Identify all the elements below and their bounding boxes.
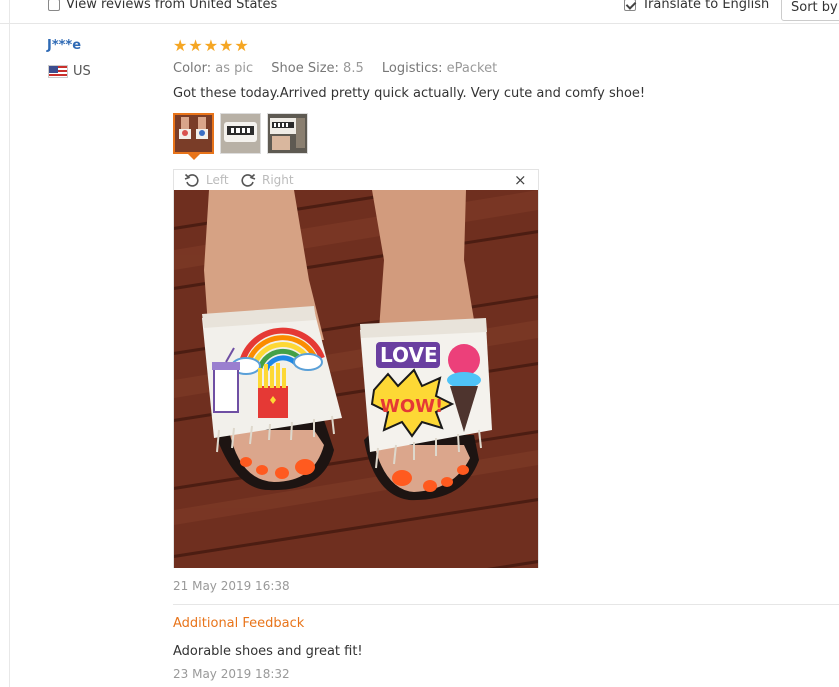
svg-text:LOVE: LOVE (380, 343, 438, 367)
shoe-size-value: 8.5 (343, 61, 364, 76)
star-icon: ★ (173, 36, 188, 55)
photo-viewer: Left Right × LOVE WOW! (173, 169, 539, 568)
star-rating: ★ ★ ★ ★ ★ (173, 37, 249, 55)
country-filter-checkbox[interactable] (48, 0, 60, 11)
star-icon: ★ (234, 36, 249, 55)
left-divider (9, 0, 10, 687)
reviewer-country: US (73, 64, 91, 79)
review-text: Got these today.Arrived pretty quick act… (173, 86, 646, 101)
rotate-left-label: Left (206, 173, 229, 187)
star-icon: ★ (188, 36, 203, 55)
rotate-left-button[interactable]: Left (184, 172, 229, 188)
additional-feedback-divider (173, 604, 839, 605)
review-thumbnail-2[interactable] (220, 113, 261, 154)
order-attributes: Color: as pic Shoe Size: 8.5 Logistics: … (173, 61, 511, 76)
review-thumbnail-3[interactable] (267, 113, 308, 154)
review-thumbnail-1[interactable] (173, 113, 214, 154)
translate-label[interactable]: Translate to English (642, 0, 769, 12)
star-icon: ★ (203, 36, 219, 55)
reviewer-name: J***e (47, 38, 82, 53)
additional-feedback-date: 23 May 2019 18:32 (173, 667, 290, 681)
review-filter-bar: View reviews from United States Translat… (0, 0, 839, 24)
additional-feedback-text: Adorable shoes and great fit! (173, 644, 363, 659)
active-thumbnail-pointer (188, 154, 200, 160)
additional-feedback-title: Additional Feedback (173, 616, 305, 631)
logistics-value: ePacket (446, 61, 498, 76)
color-key: Color: (173, 61, 212, 76)
close-viewer-button[interactable]: × (514, 171, 527, 189)
rotate-right-label: Right (262, 173, 294, 187)
svg-text:WOW!: WOW! (380, 396, 443, 417)
rotate-left-icon (184, 173, 199, 187)
review-photo: LOVE WOW! (174, 190, 538, 568)
review-date: 21 May 2019 16:38 (173, 579, 290, 593)
review-photo-thumbnails (173, 113, 308, 154)
rotate-right-button[interactable]: Right (240, 172, 294, 188)
rotate-right-icon (241, 173, 256, 187)
star-icon: ★ (219, 36, 234, 55)
shoe-size-key: Shoe Size: (271, 61, 339, 76)
color-value: as pic (215, 61, 254, 76)
viewer-toolbar: Left Right × (174, 170, 538, 191)
translate-checkbox[interactable] (624, 0, 636, 11)
sort-select[interactable]: Sort by d (781, 0, 839, 21)
logistics-key: Logistics: (381, 61, 443, 76)
country-filter-label[interactable]: View reviews from United States (66, 0, 277, 12)
us-flag-icon (48, 65, 68, 78)
